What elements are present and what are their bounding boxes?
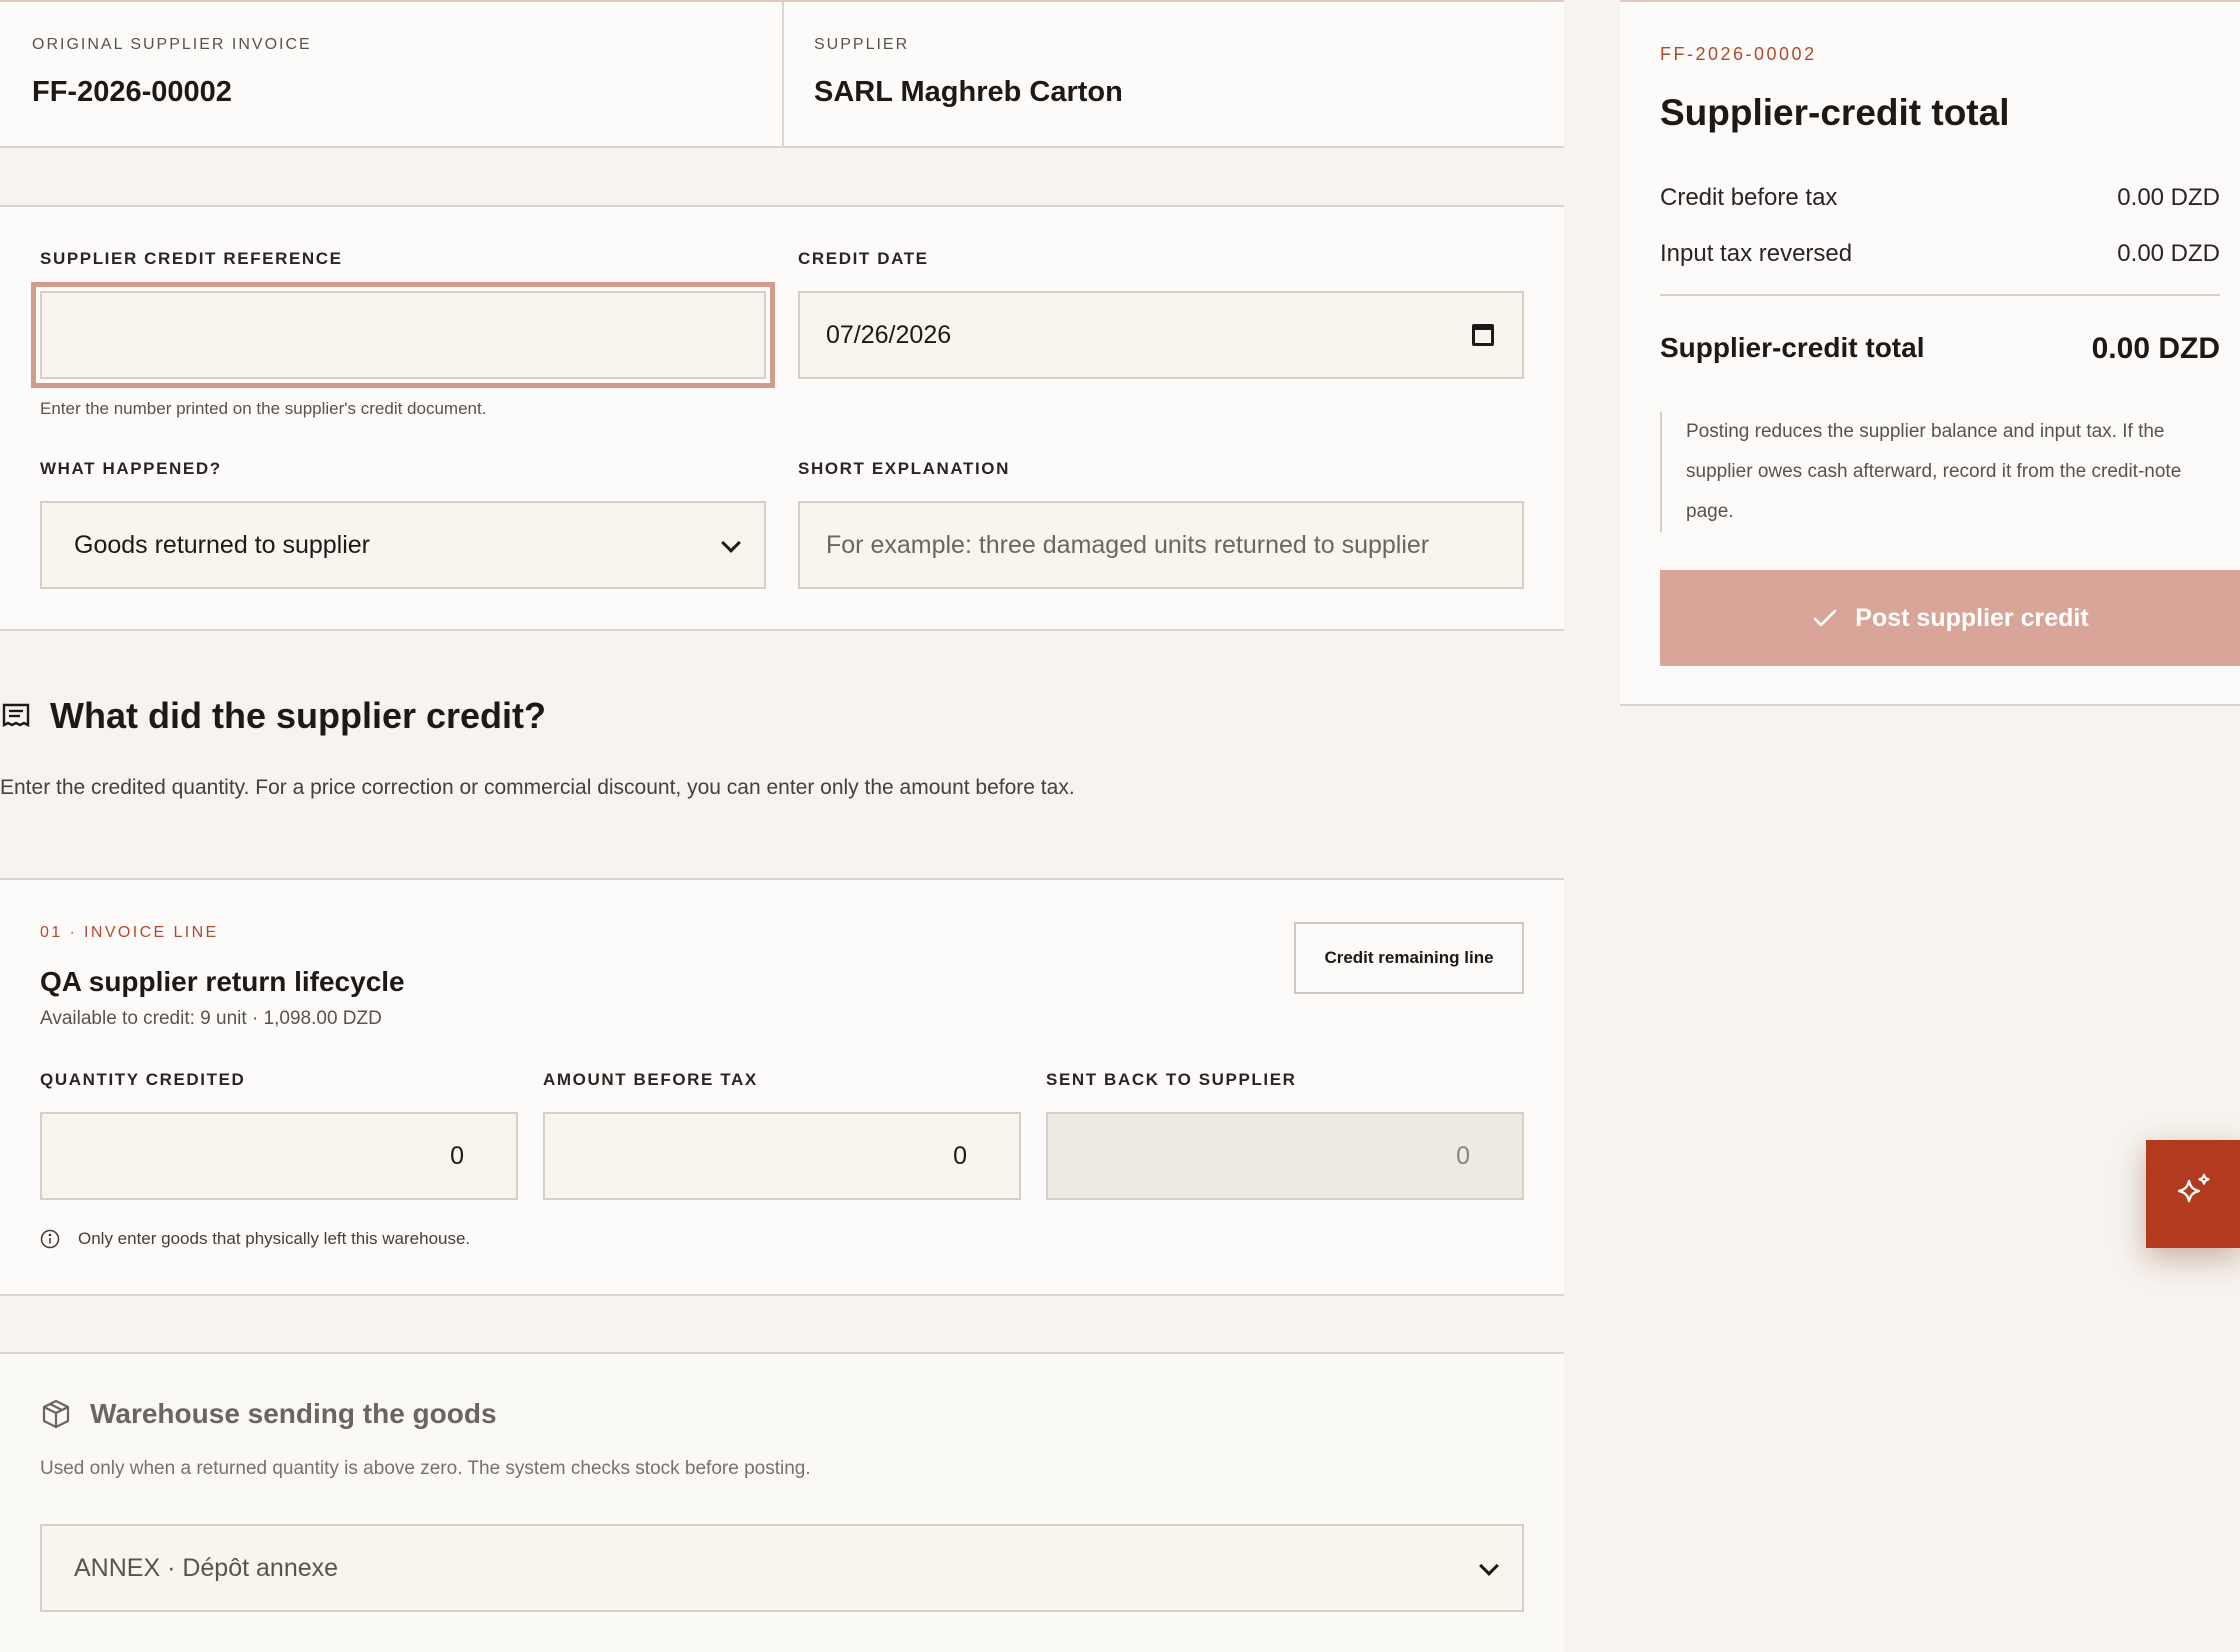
sparkle-icon [2171,1171,2217,1217]
summary-divider [1660,294,2220,296]
total-label: Supplier-credit total [1660,332,1925,363]
warehouse-value: ANNEX · Dépôt annexe [74,1553,339,1582]
warehouse-title-text: Warehouse sending the goods [90,1398,497,1429]
section-description: Enter the credited quantity. For a price… [0,776,1075,799]
amount-input[interactable]: 0 [543,1112,1021,1200]
explanation-input[interactable]: For example: three damaged units returne… [798,501,1524,589]
chevron-down-icon [1479,1556,1499,1576]
post-supplier-credit-button[interactable]: Post supplier credit [1660,570,2240,666]
input-tax-label: Input tax reversed [1660,240,1853,267]
explanation-label: SHORT EXPLANATION [798,459,1011,478]
summary-title: Supplier-credit total [1660,92,2010,133]
date-value: 07/26/2026 [826,320,952,349]
chevron-down-icon [721,533,741,553]
supplier-cell: SUPPLIER SARL Maghreb Carton [782,2,1564,146]
credit-remaining-line-button[interactable]: Credit remaining line [1294,922,1524,994]
check-icon [1811,604,1839,632]
quantity-input[interactable]: 0 [40,1112,518,1200]
explanation-placeholder: For example: three damaged units returne… [826,530,1430,559]
reason-field: WHAT HAPPENED? [40,459,222,479]
warehouse-title: Warehouse sending the goods [40,1398,497,1430]
line-tag: 01 · INVOICE LINE [40,924,219,941]
reference-hint: Enter the number printed on the supplier… [40,399,487,418]
line-info-text: Only enter goods that physically left th… [78,1229,471,1248]
input-tax-value: 0.00 DZD [2117,240,2220,267]
date-input[interactable]: 07/26/2026 [798,291,1524,379]
reference-input[interactable] [31,282,775,388]
date-label: CREDIT DATE [798,249,929,268]
original-invoice-cell: ORIGINAL SUPPLIER INVOICE FF-2026-00002 [0,2,782,146]
invoice-line-card: 01 · INVOICE LINE QA supplier return lif… [0,878,1564,1296]
input-tax-row: Input tax reversed 0.00 DZD [1660,240,2220,268]
original-invoice-label: ORIGINAL SUPPLIER INVOICE [32,36,312,53]
amount-label: AMOUNT BEFORE TAX [543,1070,758,1089]
calendar-icon[interactable] [1472,324,1494,346]
reason-value: Goods returned to supplier [74,530,371,559]
credit-form: SUPPLIER CREDIT REFERENCE Enter the numb… [0,205,1564,631]
info-icon [40,1229,60,1249]
reference-field: SUPPLIER CREDIT REFERENCE [40,249,343,269]
post-button-label: Post supplier credit [1855,603,2089,632]
line-available: Available to credit: 9 unit · 1,098.00 D… [40,1008,382,1029]
sent-back-label: SENT BACK TO SUPPLIER [1046,1070,1297,1089]
summary-tag: FF-2026-00002 [1660,44,1817,64]
explanation-field: SHORT EXPLANATION [798,459,1010,479]
total-row: Supplier-credit total 0.00 DZD [1660,332,2220,366]
warehouse-description: Used only when a returned quantity is ab… [40,1458,811,1479]
supplier-label: SUPPLIER [814,36,910,53]
credit-before-tax-label: Credit before tax [1660,184,1838,211]
reference-label: SUPPLIER CREDIT REFERENCE [40,249,343,268]
summary-panel: FF-2026-00002 Supplier-credit total Cred… [1620,0,2240,706]
invoice-header: ORIGINAL SUPPLIER INVOICE FF-2026-00002 … [0,0,1564,148]
section-title: What did the supplier credit? [0,695,546,737]
warehouse-card: Warehouse sending the goods Used only wh… [0,1352,1564,1652]
posting-note: Posting reduces the supplier balance and… [1660,412,2220,532]
total-value: 0.00 DZD [2091,332,2220,365]
section-title-text: What did the supplier credit? [50,695,547,736]
line-info: Only enter goods that physically left th… [40,1229,470,1249]
credit-before-tax-value: 0.00 DZD [2117,184,2220,211]
receipt-icon [0,700,32,732]
reason-label: WHAT HAPPENED? [40,459,222,478]
reason-select[interactable]: Goods returned to supplier [40,501,766,589]
package-icon [40,1398,72,1430]
original-invoice-value: FF-2026-00002 [32,76,232,108]
warehouse-select[interactable]: ANNEX · Dépôt annexe [40,1524,1524,1612]
credit-before-tax-row: Credit before tax 0.00 DZD [1660,184,2220,212]
quantity-label: QUANTITY CREDITED [40,1070,246,1089]
supplier-value: SARL Maghreb Carton [814,76,1123,108]
assistant-fab[interactable] [2146,1140,2240,1248]
sent-back-input: 0 [1046,1112,1524,1200]
line-title: QA supplier return lifecycle [40,966,405,997]
date-field: CREDIT DATE [798,249,929,269]
